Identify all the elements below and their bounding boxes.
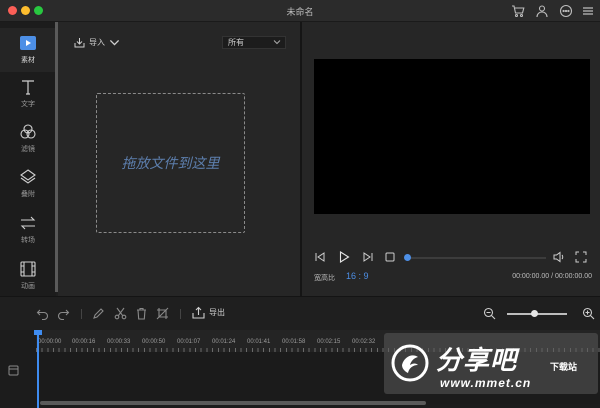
drop-zone[interactable]: 拖放文件到这里 [96, 93, 245, 233]
volume-button[interactable] [553, 251, 565, 263]
media-panel: 导入 所有 拖放文件到这里 [58, 22, 300, 296]
cart-icon[interactable] [511, 4, 525, 18]
media-filter-value: 所有 [228, 38, 244, 47]
playhead-handle[interactable] [34, 330, 42, 335]
export-icon [192, 306, 205, 319]
scissors-icon [114, 307, 127, 320]
undo-icon [36, 309, 49, 320]
fullscreen-icon [575, 251, 587, 263]
watermark-logo [391, 344, 429, 382]
track-icon [8, 365, 19, 376]
playhead[interactable] [37, 330, 39, 408]
volume-icon [553, 251, 564, 263]
user-icon[interactable] [535, 4, 549, 18]
redo-icon [57, 309, 70, 320]
sidebar-item-media[interactable]: 素材 [0, 28, 56, 72]
track-header [0, 330, 36, 408]
toolbar-divider [180, 309, 181, 319]
undo-button[interactable] [36, 307, 49, 320]
sidebar: 素材 文字 滤镜 叠附 转场 动画 [0, 22, 56, 296]
filter-icon [19, 123, 37, 141]
timeline-scrollbar[interactable] [40, 401, 426, 405]
aspect-ratio-value[interactable]: 16 : 9 [346, 271, 369, 281]
chevron-down-icon [109, 39, 120, 46]
stop-icon [385, 252, 395, 262]
text-icon [19, 78, 37, 96]
import-icon [74, 37, 85, 47]
ruler-label: 00:00:00 [38, 339, 62, 345]
sidebar-item-animation[interactable]: 动画 [0, 254, 56, 298]
play-icon [339, 251, 350, 263]
sidebar-item-label: 滤镜 [21, 146, 35, 153]
media-filter-select[interactable]: 所有 [222, 36, 286, 49]
overlay-icon [19, 168, 37, 186]
sidebar-item-label: 动画 [21, 283, 35, 290]
stop-button[interactable] [384, 251, 396, 263]
toolbar-divider [81, 309, 82, 319]
split-button[interactable] [114, 307, 127, 320]
ruler-label: 00:02:32 [352, 339, 376, 345]
sidebar-item-filter[interactable]: 滤镜 [0, 117, 56, 161]
playback-progress-knob[interactable] [404, 254, 411, 261]
trash-icon [137, 307, 146, 320]
previous-frame-button[interactable] [314, 251, 326, 263]
ruler-label: 00:00:16 [72, 339, 96, 345]
chevron-down-icon [273, 40, 281, 45]
media-icon [19, 34, 37, 52]
sidebar-item-label: 文字 [21, 101, 35, 108]
import-button[interactable]: 导入 [74, 34, 120, 50]
export-label: 导出 [209, 308, 225, 317]
crop-button[interactable] [156, 307, 169, 320]
title-bar: 未命名 [0, 0, 600, 22]
delete-button[interactable] [135, 307, 148, 320]
pencil-icon [93, 308, 104, 319]
transition-icon [19, 214, 37, 232]
zoom-out-button[interactable] [483, 307, 496, 320]
time-readout: 00:00:00.00 / 00:00:00.00 [512, 273, 592, 280]
track-lock-button[interactable] [8, 365, 19, 376]
zoom-out-icon [483, 307, 496, 320]
step-forward-icon [363, 252, 373, 262]
sidebar-item-label: 素材 [21, 57, 35, 64]
preview-panel: 宽高比 16 : 9 00:00:00.00 / 00:00:00.00 [302, 22, 600, 296]
zoom-in-button[interactable] [582, 307, 595, 320]
playback-progress-track[interactable] [406, 257, 546, 259]
ruler-label: 00:01:58 [282, 339, 306, 345]
ruler-label: 00:01:41 [247, 339, 271, 345]
ruler-label: 00:01:24 [212, 339, 236, 345]
aspect-ratio-label: 宽高比 [314, 275, 335, 282]
watermark-url: www.mmet.cn [440, 376, 532, 390]
animation-icon [19, 260, 37, 278]
sidebar-item-text[interactable]: 文字 [0, 72, 56, 116]
ruler-label: 00:02:15 [317, 339, 341, 345]
feedback-icon[interactable] [559, 4, 573, 18]
play-button[interactable] [338, 251, 350, 263]
timeline-toolbar: 导出 [0, 296, 600, 330]
ruler-label: 00:00:50 [142, 339, 166, 345]
zoom-in-icon [582, 307, 595, 320]
edit-button[interactable] [92, 307, 105, 320]
fullscreen-button[interactable] [575, 251, 587, 263]
import-label: 导入 [89, 37, 105, 47]
sidebar-item-transition[interactable]: 转场 [0, 208, 56, 252]
watermark: 分享吧 下载站 www.mmet.cn [384, 333, 598, 394]
video-preview [314, 59, 590, 214]
zoom-slider-knob[interactable] [531, 310, 538, 317]
next-frame-button[interactable] [362, 251, 374, 263]
ruler-label: 00:01:07 [177, 339, 201, 345]
crop-icon [156, 307, 169, 320]
redo-button[interactable] [57, 307, 70, 320]
ruler-label: 00:00:33 [107, 339, 131, 345]
export-button[interactable]: 导出 [192, 306, 225, 319]
watermark-brand: 分享吧 [436, 345, 518, 375]
step-back-icon [315, 252, 325, 262]
watermark-sub: 下载站 [550, 362, 578, 372]
sidebar-item-label: 叠附 [21, 191, 35, 198]
sidebar-item-label: 转场 [21, 237, 35, 244]
sidebar-item-overlay[interactable]: 叠附 [0, 162, 56, 206]
window-title: 未命名 [286, 7, 314, 17]
menu-icon[interactable] [581, 4, 595, 18]
drop-hint: 拖放文件到这里 [121, 155, 220, 171]
